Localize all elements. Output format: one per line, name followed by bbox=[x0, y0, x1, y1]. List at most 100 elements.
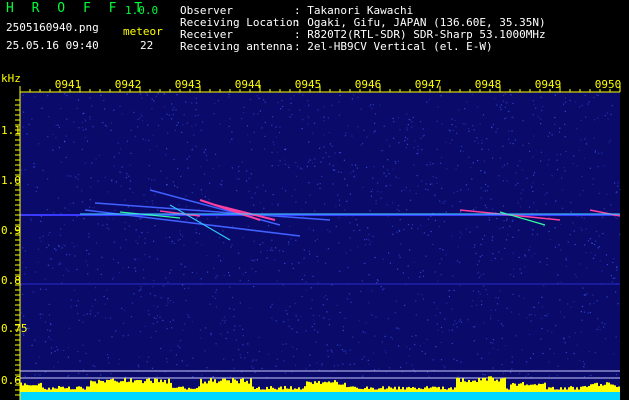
activity-bar bbox=[390, 387, 392, 392]
activity-baseline bbox=[20, 392, 620, 400]
activity-bar bbox=[428, 388, 430, 392]
activity-bar bbox=[430, 387, 432, 392]
activity-bar bbox=[396, 389, 398, 392]
activity-bar bbox=[252, 386, 254, 392]
activity-bar bbox=[320, 383, 322, 392]
activity-bar bbox=[616, 387, 618, 392]
activity-bar bbox=[44, 388, 46, 392]
activity-bar bbox=[420, 388, 422, 392]
time-tick-label: 0947 bbox=[415, 78, 442, 91]
activity-bar bbox=[190, 388, 192, 392]
activity-bar bbox=[32, 385, 34, 392]
activity-bar bbox=[370, 387, 372, 392]
activity-bar bbox=[56, 388, 58, 392]
activity-bar bbox=[116, 381, 118, 392]
activity-bar bbox=[244, 382, 246, 392]
activity-bar bbox=[358, 388, 360, 392]
activity-bar bbox=[228, 380, 230, 392]
activity-bar bbox=[418, 387, 420, 392]
activity-bar bbox=[186, 389, 188, 392]
activity-bar bbox=[136, 380, 138, 392]
activity-bar bbox=[410, 388, 412, 392]
activity-bar bbox=[362, 389, 364, 392]
activity-bar bbox=[426, 386, 428, 392]
activity-bar bbox=[350, 386, 352, 392]
activity-bar bbox=[266, 386, 268, 392]
activity-bar bbox=[68, 386, 70, 392]
activity-bar bbox=[204, 381, 206, 392]
activity-bar bbox=[242, 378, 244, 392]
antenna-value: : 2el-HB9CV Vertical (el. E-W) bbox=[294, 40, 493, 53]
activity-bar bbox=[74, 389, 76, 392]
activity-bar bbox=[308, 381, 310, 392]
frequency-tick-label: 1.1 bbox=[1, 124, 21, 137]
activity-bar bbox=[474, 380, 476, 392]
activity-bar bbox=[508, 390, 510, 392]
activity-bar bbox=[110, 379, 112, 392]
activity-bar bbox=[166, 383, 168, 392]
activity-bar bbox=[162, 382, 164, 392]
activity-bar bbox=[356, 387, 358, 392]
activity-bar bbox=[106, 379, 108, 392]
activity-bar bbox=[24, 383, 26, 392]
activity-bar bbox=[128, 381, 130, 392]
activity-bar bbox=[108, 380, 110, 392]
activity-bar bbox=[38, 383, 40, 392]
activity-bar bbox=[516, 385, 518, 392]
activity-bar bbox=[192, 388, 194, 392]
activity-bar bbox=[158, 382, 160, 392]
activity-bar bbox=[120, 381, 122, 392]
activity-bar bbox=[64, 388, 66, 392]
activity-bar bbox=[472, 380, 474, 392]
activity-bar bbox=[470, 382, 472, 392]
activity-bar bbox=[300, 389, 302, 392]
activity-bar bbox=[490, 376, 492, 392]
activity-bar bbox=[142, 383, 144, 392]
datetime: 25.05.16 09:40 bbox=[6, 39, 99, 52]
activity-bar bbox=[502, 378, 504, 392]
activity-bar bbox=[506, 388, 508, 392]
activity-bar bbox=[36, 385, 38, 392]
filename: 2505160940.png bbox=[6, 21, 99, 34]
activity-bar bbox=[144, 381, 146, 392]
activity-bar bbox=[198, 386, 200, 392]
activity-bar bbox=[354, 386, 356, 392]
activity-bar bbox=[456, 377, 458, 392]
activity-bar bbox=[276, 389, 278, 392]
activity-bar bbox=[42, 387, 44, 392]
activity-bar bbox=[332, 382, 334, 392]
activity-bar bbox=[174, 387, 176, 392]
time-tick-label: 0948 bbox=[475, 78, 502, 91]
activity-bar bbox=[132, 382, 134, 392]
activity-bar bbox=[262, 389, 264, 392]
activity-bar bbox=[572, 386, 574, 392]
frequency-tick-label: 0.75 bbox=[1, 322, 28, 335]
time-tick-label: 0949 bbox=[535, 78, 562, 91]
activity-bar bbox=[220, 380, 222, 392]
activity-bar bbox=[524, 385, 526, 392]
activity-bar bbox=[444, 389, 446, 392]
activity-bar bbox=[54, 388, 56, 392]
activity-bar bbox=[82, 388, 84, 392]
activity-bar bbox=[438, 386, 440, 392]
activity-bar bbox=[114, 380, 116, 392]
activity-bar bbox=[318, 381, 320, 392]
activity-bar bbox=[522, 382, 524, 392]
activity-bar bbox=[582, 386, 584, 392]
activity-bar bbox=[230, 382, 232, 392]
activity-bar bbox=[214, 379, 216, 392]
activity-bar bbox=[578, 389, 580, 392]
activity-bar bbox=[130, 378, 132, 392]
activity-bar bbox=[538, 383, 540, 392]
activity-bar bbox=[564, 387, 566, 392]
activity-bar bbox=[334, 380, 336, 392]
app-version: 1.0.0 bbox=[125, 4, 159, 17]
activity-bar bbox=[104, 382, 106, 392]
activity-bar bbox=[76, 386, 78, 392]
time-tick-label: 0950 bbox=[595, 78, 622, 91]
activity-bar bbox=[298, 387, 300, 392]
activity-bar bbox=[22, 385, 24, 392]
activity-bar bbox=[216, 383, 218, 392]
time-tick-label: 0943 bbox=[175, 78, 202, 91]
activity-bar bbox=[188, 387, 190, 392]
